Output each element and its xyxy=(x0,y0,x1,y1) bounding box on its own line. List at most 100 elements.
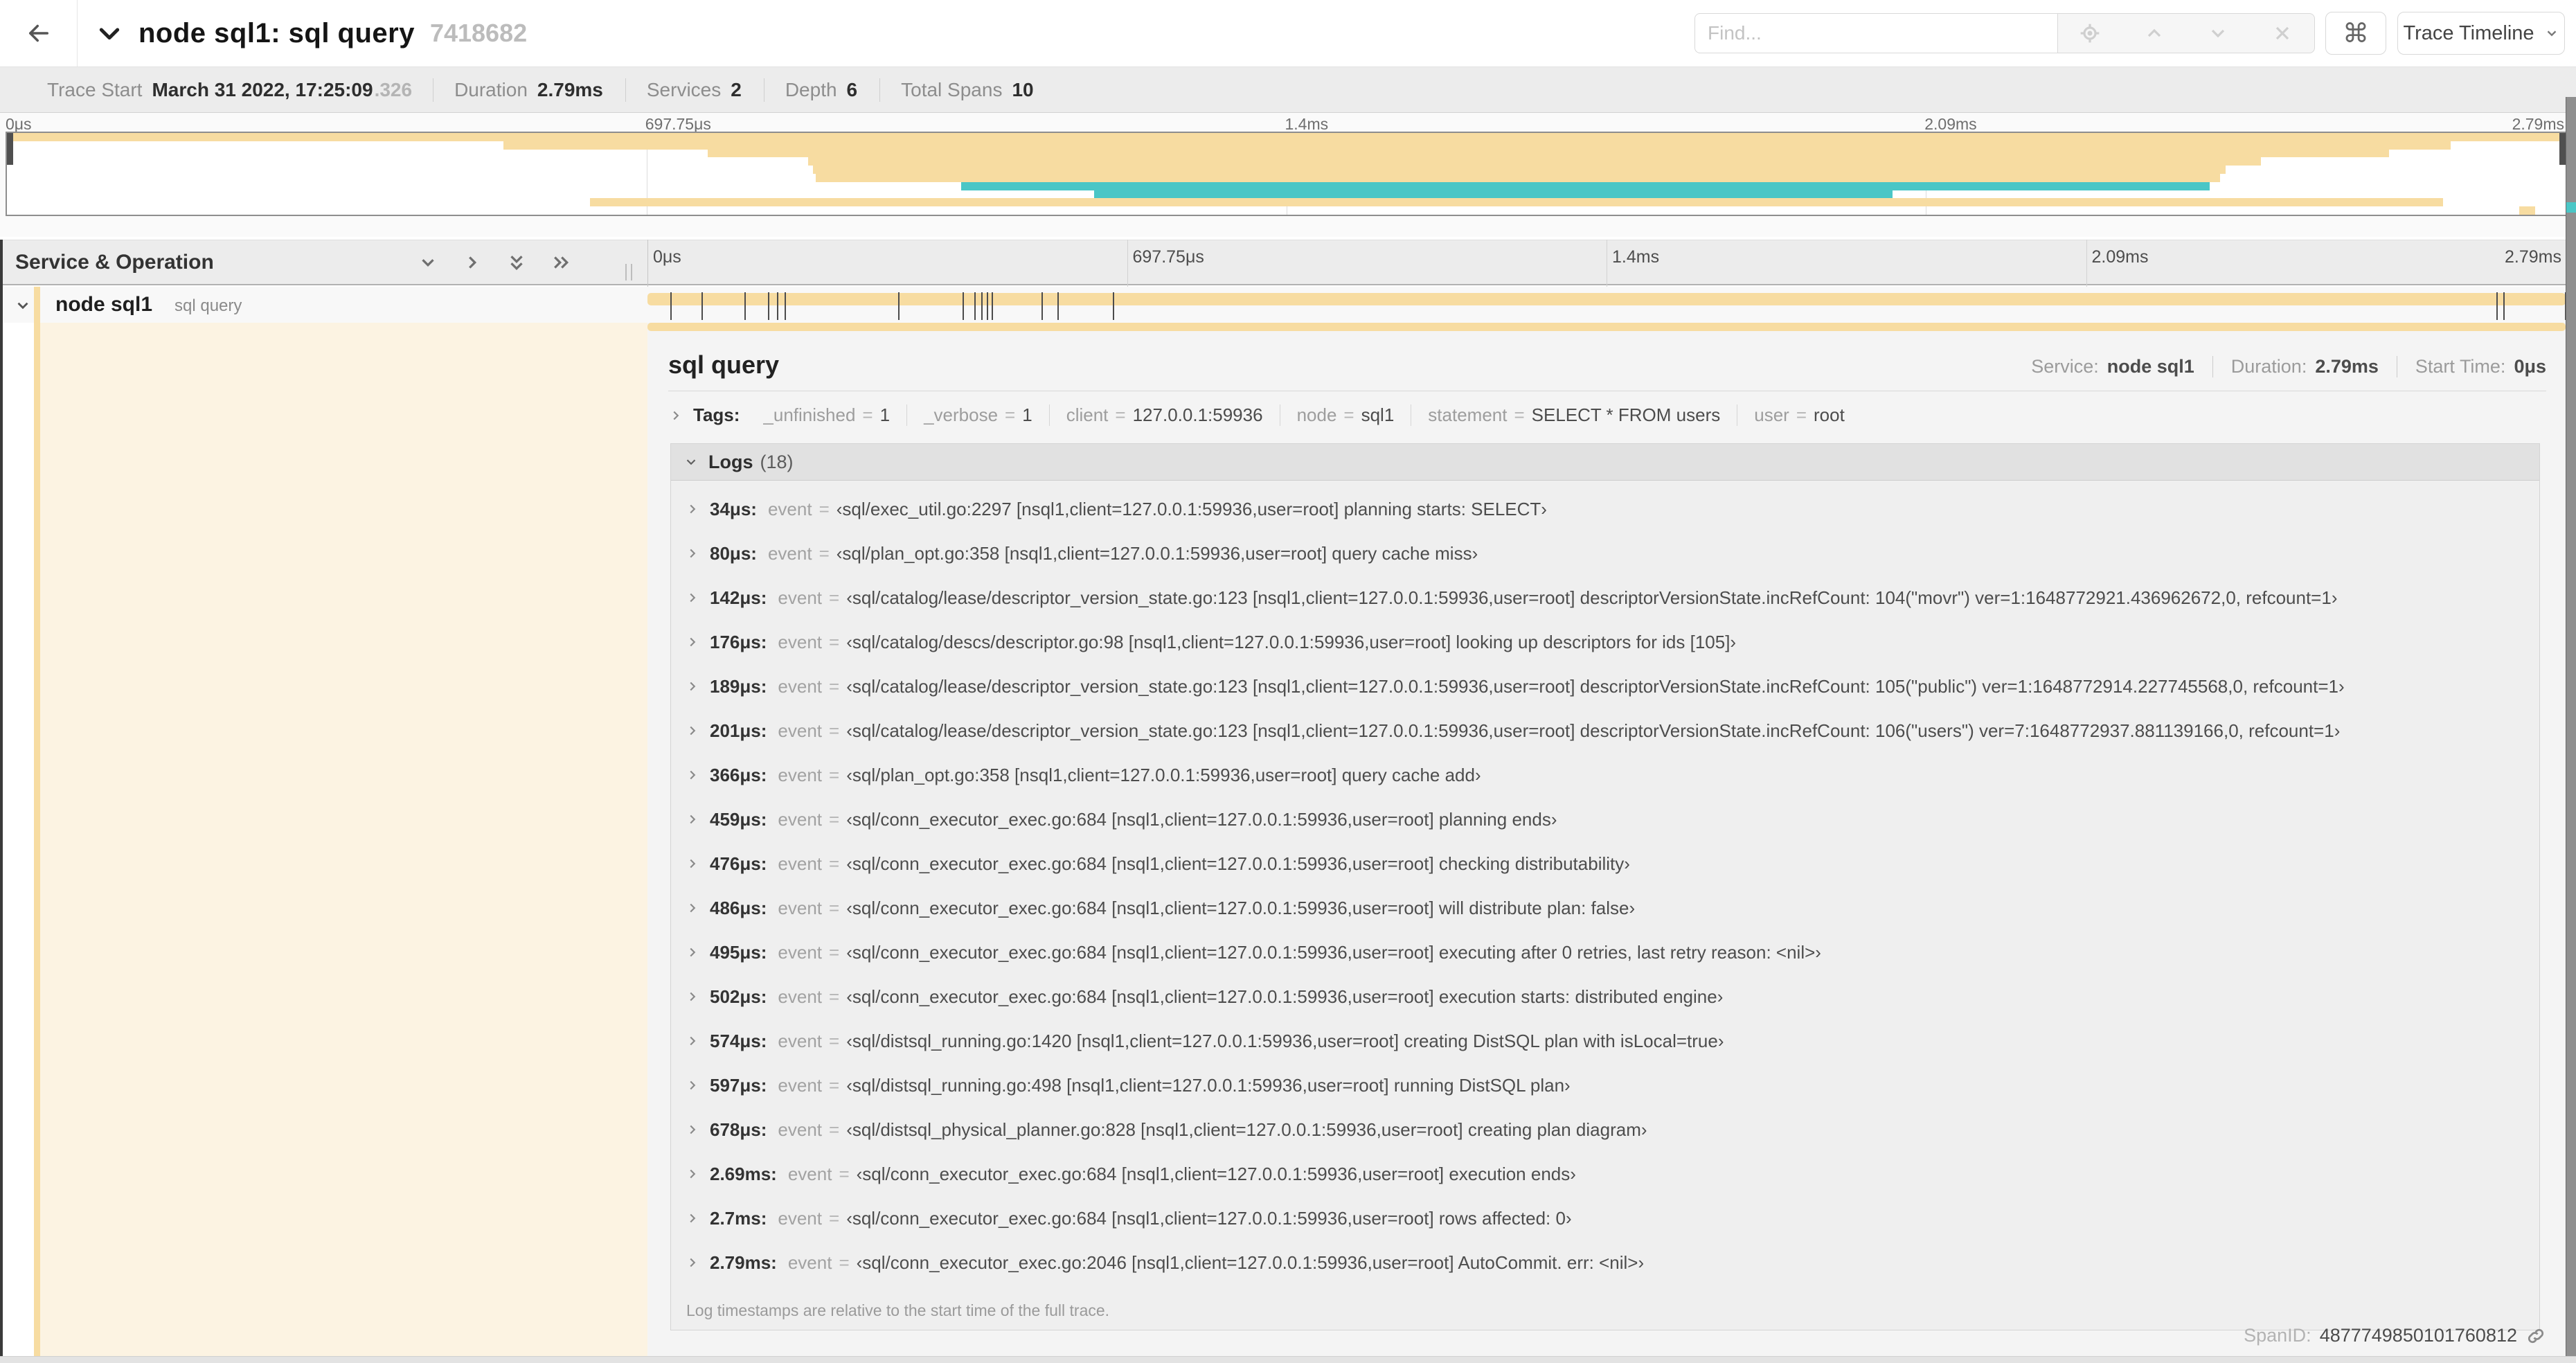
log-expand-chevron-icon[interactable] xyxy=(685,1211,700,1226)
log-tick-mark xyxy=(1041,292,1043,320)
log-entry[interactable]: 486μs: event = ‹sql/conn_executor_exec.g… xyxy=(671,886,2539,930)
span-id-label: SpanID: xyxy=(2244,1325,2311,1346)
find-addon-toolbar xyxy=(2057,13,2315,53)
log-expand-chevron-icon[interactable] xyxy=(685,945,700,960)
log-expand-chevron-icon[interactable] xyxy=(685,812,700,827)
log-entry[interactable]: 2.7ms: event = ‹sql/conn_executor_exec.g… xyxy=(671,1196,2539,1240)
detail-overview-item: Duration: 2.79ms xyxy=(2212,356,2397,377)
expand-all-icon[interactable] xyxy=(551,252,571,273)
collapse-trace-chevron-icon[interactable] xyxy=(96,19,123,47)
logs-count: (18) xyxy=(760,451,794,472)
minimap-tick-label: 1.4ms xyxy=(1285,115,1329,133)
span-collapse-chevron-icon[interactable] xyxy=(14,296,32,314)
log-tick-mark xyxy=(992,292,994,320)
log-tick-mark xyxy=(767,292,769,320)
log-tick-mark xyxy=(744,292,746,320)
log-expand-chevron-icon[interactable] xyxy=(685,546,700,561)
log-entry[interactable]: 201μs: event = ‹sql/catalog/lease/descri… xyxy=(671,709,2539,753)
minimap-left-drag-handle[interactable] xyxy=(7,133,13,165)
log-expand-chevron-icon[interactable] xyxy=(685,634,700,650)
trace-summary-item: Trace Start March 31 2022, 17:25:09 .326 xyxy=(47,78,413,100)
log-entry[interactable]: 189μs: event = ‹sql/catalog/lease/descri… xyxy=(671,664,2539,709)
log-expand-chevron-icon[interactable] xyxy=(685,1122,700,1137)
keyboard-shortcuts-button[interactable]: ⌘ xyxy=(2325,12,2386,55)
log-expand-chevron-icon[interactable] xyxy=(685,1166,700,1182)
trace-summary-item: Total Spans 10 xyxy=(879,78,1055,102)
log-entry[interactable]: 2.79ms: event = ‹sql/conn_executor_exec.… xyxy=(671,1240,2539,1285)
logs-section: Logs (18) 34μs: event = ‹sql/exec_util.g… xyxy=(670,443,2540,1330)
ruler-tick-label: 0μs xyxy=(653,247,681,267)
scrollbar-teal-marker xyxy=(2566,202,2576,213)
log-expand-chevron-icon[interactable] xyxy=(685,723,700,738)
log-expand-chevron-icon[interactable] xyxy=(685,900,700,916)
log-entry[interactable]: 597μs: event = ‹sql/distsql_running.go:4… xyxy=(671,1063,2539,1107)
scrollbar[interactable] xyxy=(2566,97,2576,1356)
log-expand-chevron-icon[interactable] xyxy=(685,1078,700,1093)
log-expand-chevron-icon[interactable] xyxy=(685,989,700,1004)
logs-list: 34μs: event = ‹sql/exec_util.go:2297 [ns… xyxy=(671,481,2539,1294)
focus-match-icon[interactable] xyxy=(2079,22,2101,44)
detail-left-column[interactable] xyxy=(40,323,647,1356)
trace-view-selector[interactable]: Trace Timeline xyxy=(2397,12,2565,55)
log-expand-chevron-icon[interactable] xyxy=(685,1255,700,1270)
find-input[interactable] xyxy=(1694,13,2070,53)
log-expand-chevron-icon[interactable] xyxy=(685,590,700,605)
log-entry[interactable]: 459μs: event = ‹sql/conn_executor_exec.g… xyxy=(671,797,2539,841)
expand-one-icon[interactable] xyxy=(462,252,483,273)
logs-collapse-chevron-icon[interactable] xyxy=(683,454,699,470)
span-service-name[interactable]: node sql1 xyxy=(55,293,152,317)
log-entry[interactable]: 574μs: event = ‹sql/distsql_running.go:1… xyxy=(671,1019,2539,1063)
prev-match-icon[interactable] xyxy=(2143,22,2165,44)
minimap-span-bar xyxy=(807,157,2262,166)
span-operation-name[interactable]: sql query xyxy=(175,296,242,316)
span-id-value: 4877749850101760812 xyxy=(2319,1325,2517,1346)
next-match-icon[interactable] xyxy=(2207,22,2229,44)
top-header: node sql1: sql query 7418682 ⌘ Trace Tim… xyxy=(0,0,2576,67)
log-entry[interactable]: 142μs: event = ‹sql/catalog/lease/descri… xyxy=(671,576,2539,620)
logs-header[interactable]: Logs (18) xyxy=(671,444,2539,481)
log-entry[interactable]: 495μs: event = ‹sql/conn_executor_exec.g… xyxy=(671,930,2539,974)
log-entry[interactable]: 476μs: event = ‹sql/conn_executor_exec.g… xyxy=(671,841,2539,886)
log-entry[interactable]: 366μs: event = ‹sql/plan_opt.go:358 [nsq… xyxy=(671,753,2539,797)
detail-span-duration-bar[interactable] xyxy=(647,323,2566,331)
page-title: node sql1: sql query xyxy=(138,17,415,48)
minimap-right-drag-handle[interactable] xyxy=(2559,133,2566,165)
span-bar-area[interactable] xyxy=(647,287,2566,323)
log-expand-chevron-icon[interactable] xyxy=(685,501,700,517)
minimap-canvas[interactable] xyxy=(6,132,2567,216)
clear-search-icon[interactable] xyxy=(2271,22,2293,44)
collapse-one-icon[interactable] xyxy=(418,252,438,273)
column-resizer-grip[interactable] xyxy=(625,264,638,280)
log-tick-mark xyxy=(962,292,964,320)
timeline-ruler: 0μs 697.75μs 1.4ms 2.09ms 2.79ms xyxy=(647,243,2566,271)
log-entry[interactable]: 2.69ms: event = ‹sql/conn_executor_exec.… xyxy=(671,1152,2539,1196)
log-expand-chevron-icon[interactable] xyxy=(685,767,700,783)
tags-label: Tags: xyxy=(693,404,740,425)
timeline-minimap: 0μs 697.75μs 1.4ms 2.09ms 2.79ms xyxy=(0,113,2576,237)
minimap-tick-label: 2.09ms xyxy=(1924,115,1977,133)
log-entry[interactable]: 176μs: event = ‹sql/catalog/descs/descri… xyxy=(671,620,2539,664)
log-entry[interactable]: 80μs: event = ‹sql/plan_opt.go:358 [nsql… xyxy=(671,531,2539,576)
tags-row[interactable]: Tags: _unfinished = 1 _verbose = 1 clien… xyxy=(668,404,1861,426)
log-tick-mark xyxy=(785,292,787,320)
log-entry[interactable]: 502μs: event = ‹sql/conn_executor_exec.g… xyxy=(671,974,2539,1019)
log-tick-mark xyxy=(670,292,672,320)
log-expand-chevron-icon[interactable] xyxy=(685,679,700,694)
ruler-tick-label: 2.09ms xyxy=(2091,247,2149,267)
detail-overview: Service: node sql1 Duration: 2.79ms Star… xyxy=(2013,356,2546,377)
span-color-stripe xyxy=(34,287,40,323)
log-expand-chevron-icon[interactable] xyxy=(685,1033,700,1049)
collapse-all-icon[interactable] xyxy=(506,252,527,273)
deep-link-icon[interactable] xyxy=(2525,1326,2546,1346)
log-tick-mark xyxy=(1057,292,1059,320)
log-expand-chevron-icon[interactable] xyxy=(685,856,700,871)
log-entry[interactable]: 34μs: event = ‹sql/exec_util.go:2297 [ns… xyxy=(671,487,2539,531)
span-duration-bar[interactable] xyxy=(647,293,2566,305)
trace-id: 7418682 xyxy=(429,19,528,47)
back-button[interactable] xyxy=(0,0,78,66)
tags-expand-chevron-icon[interactable] xyxy=(668,408,683,423)
log-entry[interactable]: 678μs: event = ‹sql/distsql_physical_pla… xyxy=(671,1107,2539,1152)
minimap-tick-labels: 0μs 697.75μs 1.4ms 2.09ms 2.79ms xyxy=(6,115,2564,133)
detail-operation-title: sql query xyxy=(668,350,780,379)
minimap-span-bar xyxy=(708,149,2390,158)
